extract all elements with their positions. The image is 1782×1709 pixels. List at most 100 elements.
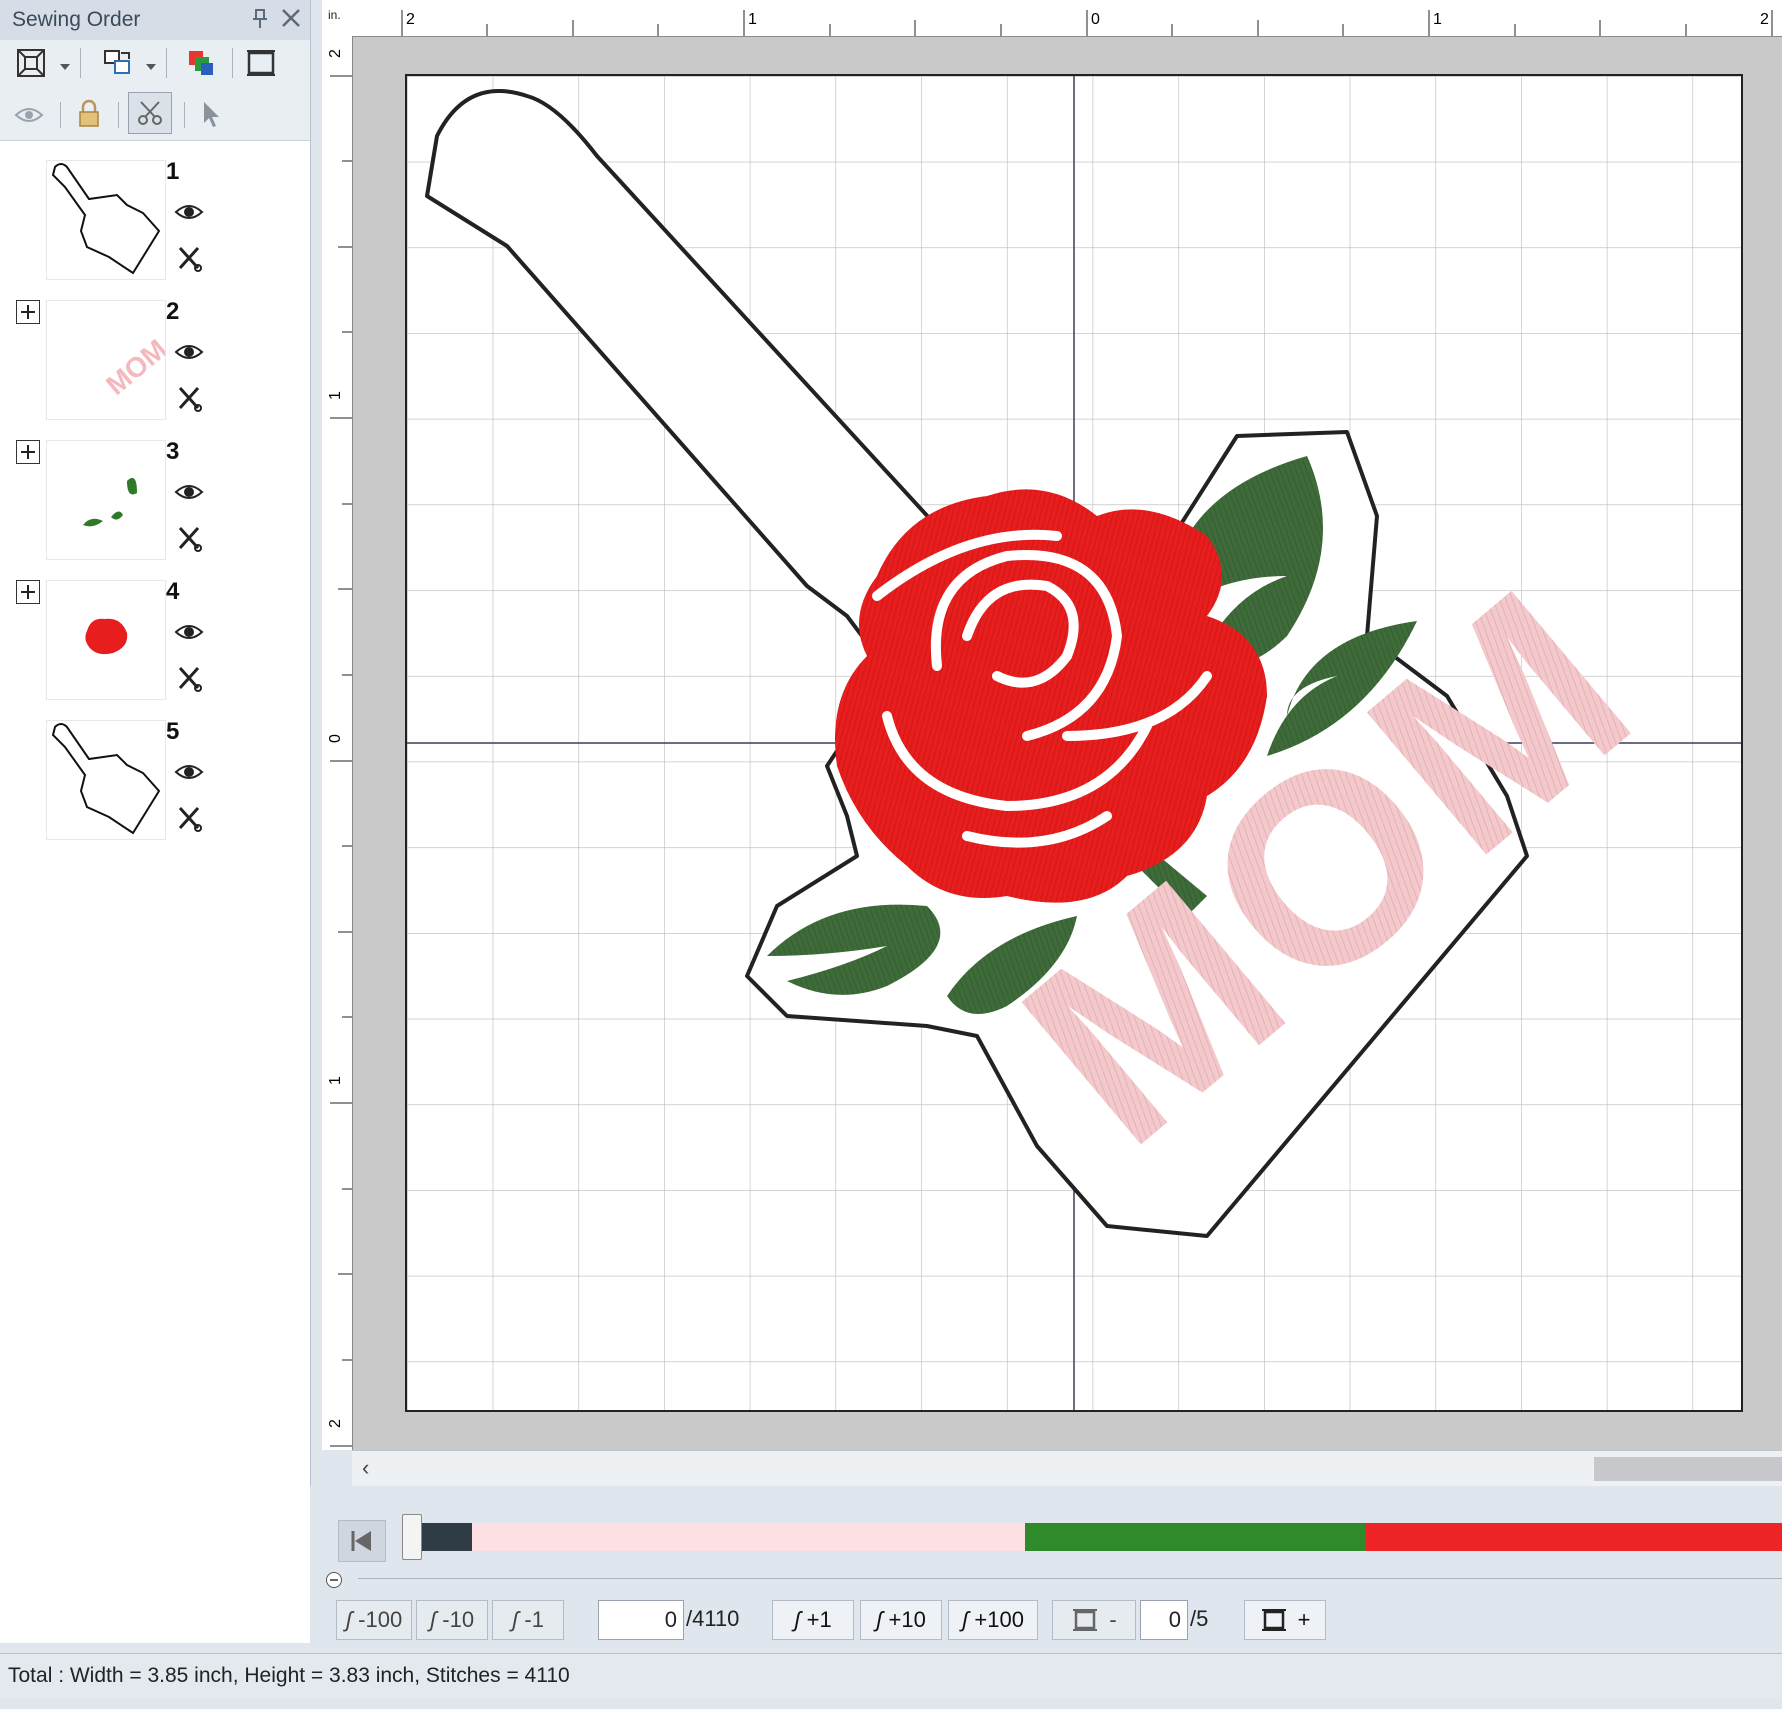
minus-1-stitch-button[interactable]: ʃ -1 [492,1600,564,1640]
color-order-button[interactable] [184,46,218,80]
stitch-slider-handle[interactable] [402,1514,422,1560]
ruler-label: 1 [1433,11,1442,28]
minus-100-stitches-button[interactable]: ʃ -100 [336,1600,412,1640]
stitch-simulator-controls: ʃ -100 ʃ -10 ʃ -1 0 /4110 ʃ +1 ʃ +10 ʃ +100 - … [310,1486,1782,1643]
stitch-color-bar[interactable] [410,1523,1782,1551]
button-label: +10 [888,1607,926,1632]
scroll-left-icon[interactable]: ‹ [362,1455,369,1481]
panel-title: Sewing Order [12,8,141,31]
rose-thumbnail [46,580,166,700]
button-label: + [1297,1607,1311,1632]
previous-color-button[interactable]: - [1052,1600,1136,1640]
ruler-unit-corner: in. [322,0,353,37]
stitch-color-segment-2 [472,1523,1025,1551]
plus-1-stitch-button[interactable]: ʃ +1 [772,1600,854,1640]
outline-thumbnail [46,160,166,280]
ruler-unit: in. [328,8,341,22]
expand-toggle[interactable] [16,300,40,324]
needle-icon: ʃ [962,1607,969,1632]
item-number: 2 [166,298,180,325]
thumb-mom-text: MOM [100,333,165,401]
eye-icon[interactable] [174,482,204,502]
frame-button[interactable] [244,46,278,80]
chevron-down-icon[interactable] [60,64,70,70]
ruler-label: 1 [327,1076,344,1085]
plus-100-stitches-button[interactable]: ʃ +100 [948,1600,1038,1640]
ruler-label: 0 [327,734,344,743]
panel-header: Sewing Order [0,0,310,41]
item-number: 3 [166,438,180,465]
plus-10-stitches-button[interactable]: ʃ +10 [860,1600,942,1640]
scissors-icon[interactable] [176,804,204,832]
ruler-label: 2 [1760,11,1769,28]
sewing-order-item-2[interactable]: MOM 2 [0,298,300,435]
needle-icon: ʃ [512,1607,519,1632]
go-to-first-stitch-button[interactable] [338,1520,386,1562]
eye-icon[interactable] [174,202,204,222]
stitch-color-segment-3 [1025,1523,1365,1551]
item-number: 4 [166,578,180,605]
eye-icon[interactable] [174,622,204,642]
current-color-input[interactable]: 0 [1140,1600,1188,1640]
scissors-icon[interactable] [128,92,172,134]
ruler-label: 1 [748,11,757,28]
expand-toggle[interactable] [16,580,40,604]
status-text: Total : Width = 3.85 inch, Height = 3.83… [8,1664,570,1687]
chevron-down-icon[interactable] [146,64,156,70]
expand-toggle[interactable] [16,440,40,464]
pin-icon[interactable] [248,6,272,32]
sewing-order-item-4[interactable]: 4 [0,578,300,715]
frame-icon [1073,1609,1098,1631]
current-stitch-input[interactable]: 0 [598,1600,684,1640]
ruler-label: 2 [327,1419,344,1428]
scissors-icon[interactable] [176,524,204,552]
sewing-order-panel: Sewing Order 1 MOM 2 3 4 5 [0,0,311,1643]
ruler-label: 2 [327,49,344,58]
needle-icon: ʃ [429,1607,437,1632]
next-color-button[interactable]: + [1244,1600,1326,1640]
embroidery-design: MOM [407,76,1741,1410]
item-number: 5 [166,718,180,745]
button-label: - [1109,1607,1117,1632]
item-number: 1 [166,158,180,185]
scroll-thumb[interactable] [1594,1457,1782,1481]
eye-icon[interactable] [174,762,204,782]
needle-icon: ʃ [876,1607,883,1632]
design-sheet[interactable]: MOM [405,74,1743,1412]
panel-toolbar-top [0,40,310,89]
total-stitches-label: /4110 [686,1606,740,1631]
top-ruler: 2 1 0 1 2 [352,0,1782,37]
panel-toolbar-bottom [0,88,310,141]
button-label: -10 [442,1607,475,1632]
close-icon[interactable] [278,4,304,32]
scissors-icon[interactable] [176,664,204,692]
button-label: +1 [806,1607,832,1632]
status-bar: Total : Width = 3.85 inch, Height = 3.83… [0,1653,1782,1698]
collapse-toggle[interactable] [326,1572,342,1588]
lock-icon[interactable] [72,96,106,132]
needle-icon: ʃ [345,1607,353,1632]
horizontal-scrollbar[interactable]: ‹ [352,1450,1782,1487]
leaves-thumbnail [46,440,166,560]
button-label: -1 [524,1607,544,1632]
button-label: -100 [358,1607,403,1632]
scissors-icon[interactable] [176,384,204,412]
select-arrow-icon[interactable] [194,96,228,132]
sewing-order-item-3[interactable]: 3 [0,438,300,575]
left-ruler: 2 1 0 1 2 [322,36,353,1450]
needle-icon: ʃ [794,1607,801,1632]
ruler-label: 1 [327,391,344,400]
sewing-order-item-5[interactable]: 5 [0,718,300,855]
button-label: +100 [974,1607,1024,1632]
fit-view-button[interactable] [14,46,48,80]
outline-thumbnail [46,720,166,840]
ruler-label: 2 [406,11,415,28]
minus-10-stitches-button[interactable]: ʃ -10 [416,1600,488,1640]
group-objects-button[interactable] [100,46,136,80]
sewing-order-item-1[interactable]: 1 [0,158,300,295]
mom-text-thumbnail: MOM [46,300,173,420]
ruler-label: 0 [1091,11,1100,28]
scissors-icon[interactable] [176,244,204,272]
eye-icon[interactable] [174,342,204,362]
eye-icon[interactable] [12,100,46,130]
